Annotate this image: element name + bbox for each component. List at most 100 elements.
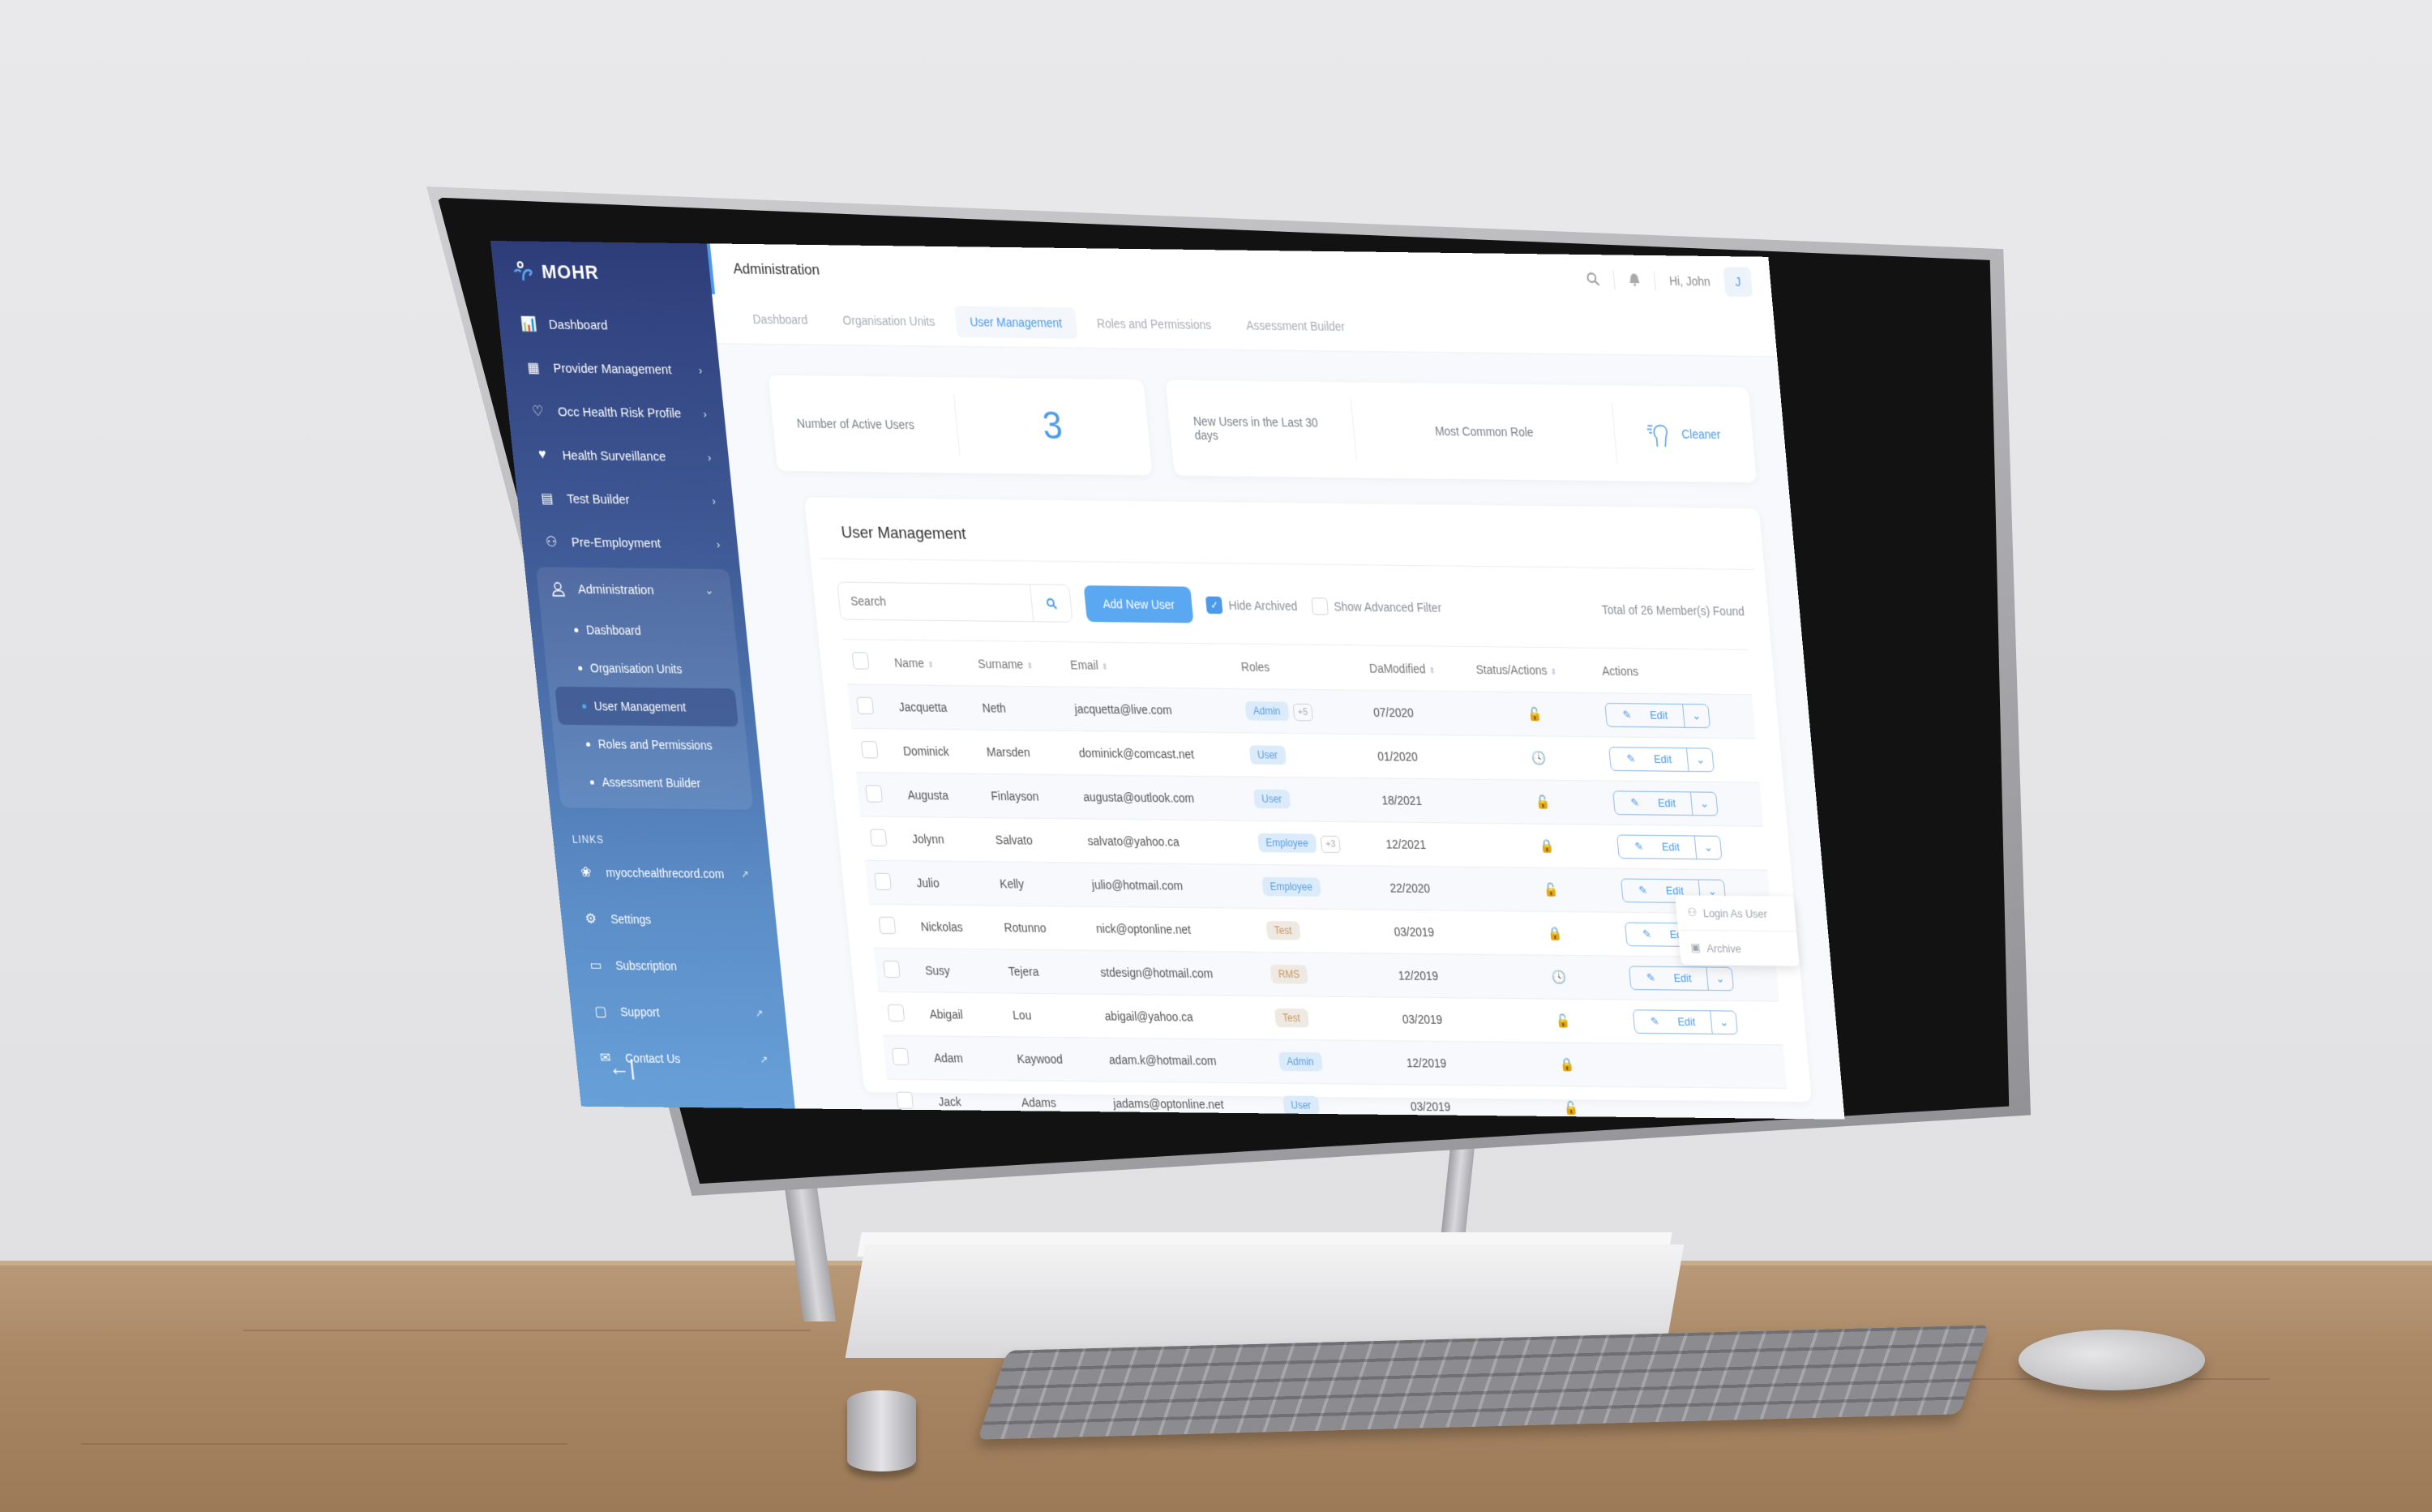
sidebar-subitem-roles-and-permissions[interactable]: Roles and Permissions xyxy=(552,725,748,765)
cell-status: 🔒 xyxy=(1502,1042,1633,1087)
sidebar-item-pre-employment[interactable]: ⚇ Pre-Employment › xyxy=(520,520,739,566)
edit-button[interactable]: ✎ Edit xyxy=(1629,966,1708,989)
collapse-sidebar-icon[interactable]: ←| xyxy=(607,1055,636,1082)
dropdown-item-archive[interactable]: ▣ Archive xyxy=(1677,929,1800,966)
sidebar-link-settings[interactable]: ⚙ Settings xyxy=(559,895,778,944)
tab-roles-and-permissions[interactable]: Roles and Permissions xyxy=(1081,307,1227,341)
cell-date-modified: 18/2021 xyxy=(1372,777,1483,824)
row-checkbox[interactable] xyxy=(869,828,888,846)
row-checkbox[interactable] xyxy=(891,1047,910,1065)
table-body: Jacquetta Neth jacquetta@live.com Admin +5 07… xyxy=(846,684,1792,1120)
locked-icon[interactable]: 🔒 xyxy=(1560,1057,1576,1072)
chevron-down-icon[interactable]: ⌄ xyxy=(1690,792,1718,816)
column-header-name[interactable]: Name ⬍ xyxy=(884,640,973,686)
advanced-filter-checkbox[interactable] xyxy=(1310,598,1329,615)
cell-date-modified: 03/2019 xyxy=(1384,910,1495,955)
advanced-filter-toggle[interactable]: Show Advanced Filter xyxy=(1310,598,1442,616)
cell-status: 🕓 xyxy=(1474,735,1604,782)
sidebar-subitem-user-management[interactable]: User Management xyxy=(554,686,739,727)
tab-assessment-builder[interactable]: Assessment Builder xyxy=(1231,310,1361,343)
column-header-surname[interactable]: Surname ⬍ xyxy=(967,640,1065,687)
search-button[interactable] xyxy=(1029,585,1073,622)
tab-dashboard[interactable]: Dashboard xyxy=(737,303,824,336)
sort-icon[interactable]: ⬍ xyxy=(1428,666,1436,675)
hide-archived-checkbox[interactable]: ✓ xyxy=(1205,596,1223,615)
tab-organisation-units[interactable]: Organisation Units xyxy=(827,304,951,337)
sidebar-item-label: Provider Management xyxy=(552,360,673,377)
tab-user-management[interactable]: User Management xyxy=(953,306,1078,339)
sidebar-link-support[interactable]: ▢ Support ↗ xyxy=(569,988,788,1037)
row-checkbox[interactable] xyxy=(883,960,901,978)
sidebar-item-occ-health-risk-profile[interactable]: ♡ Occ Health Risk Profile › xyxy=(506,389,726,435)
user-greeting[interactable]: Hi, John xyxy=(1668,274,1711,289)
edit-button[interactable]: ✎ Edit xyxy=(1614,791,1693,815)
chevron-down-icon[interactable]: ⌄ xyxy=(1682,705,1711,728)
clock-icon[interactable]: 🕓 xyxy=(1531,751,1548,765)
row-checkbox[interactable] xyxy=(856,696,875,714)
sidebar-item-test-builder[interactable]: ▤ Test Builder › xyxy=(515,477,734,523)
more-roles-badge[interactable]: +3 xyxy=(1320,835,1342,854)
search-input[interactable] xyxy=(837,582,1034,622)
stat-card-new-users-and-role: New Users in the Last 30 days Most Commo… xyxy=(1165,379,1757,483)
edit-button[interactable]: ✎ Edit xyxy=(1610,747,1689,771)
clock-icon[interactable]: 🕓 xyxy=(1552,970,1568,985)
stat-label: New Users in the Last 30 days xyxy=(1192,413,1319,443)
sidebar-item-provider-management[interactable]: ▦ Provider Management › xyxy=(502,345,722,392)
cell-surname: Kelly xyxy=(989,861,1086,907)
search-icon[interactable] xyxy=(1586,272,1600,289)
hide-archived-toggle[interactable]: ✓ Hide Archived xyxy=(1205,596,1298,615)
column-header-status-actions[interactable]: Status/Actions ⬍ xyxy=(1466,646,1596,693)
chevron-down-icon[interactable]: ⌄ xyxy=(1694,836,1722,859)
row-checkbox[interactable] xyxy=(874,872,892,890)
row-checkbox[interactable] xyxy=(878,916,897,934)
unlocked-icon[interactable]: 🔓 xyxy=(1556,1014,1572,1029)
cell-actions: ✎ Edit⌄ xyxy=(1599,736,1760,783)
sidebar-link-subscription[interactable]: ▭ Subscription xyxy=(564,942,783,991)
unlocked-icon[interactable]: 🔓 xyxy=(1535,795,1552,810)
sidebar-link-myocchealthrecord-com[interactable]: ❀ myocchealthrecord.com ↗ xyxy=(554,849,774,897)
sort-icon[interactable]: ⬍ xyxy=(1101,662,1108,672)
sidebar-item-health-surveillance[interactable]: ♥ Health Surveillance › xyxy=(511,433,731,479)
chevron-down-icon[interactable]: ⌄ xyxy=(1710,1011,1738,1034)
sidebar-link-label: myocchealthrecord.com xyxy=(605,865,725,881)
row-checkbox[interactable] xyxy=(896,1091,914,1109)
cell-roles: User xyxy=(1244,777,1377,822)
locked-icon[interactable]: 🔒 xyxy=(1539,839,1556,854)
sort-icon[interactable]: ⬍ xyxy=(1550,667,1557,677)
unlocked-icon[interactable]: 🔓 xyxy=(1527,707,1544,722)
sort-icon[interactable]: ⬍ xyxy=(927,660,934,670)
bell-icon[interactable] xyxy=(1628,272,1641,289)
edit-button-group: ✎ Edit⌄ xyxy=(1612,790,1719,816)
sidebar-item-administration[interactable]: Administration ⌄ xyxy=(536,567,734,612)
sidebar-subitem-assessment-builder[interactable]: Assessment Builder xyxy=(556,763,752,803)
row-checkbox[interactable] xyxy=(860,740,879,758)
more-roles-badge[interactable]: +5 xyxy=(1292,703,1314,722)
unlocked-icon[interactable]: 🔓 xyxy=(1564,1101,1580,1116)
column-header-damodified[interactable]: DaModified ⬍ xyxy=(1359,645,1471,692)
row-checkbox[interactable] xyxy=(887,1004,906,1022)
sidebar-subitem-dashboard[interactable]: Dashboard xyxy=(541,610,738,651)
select-all-checkbox[interactable] xyxy=(851,652,870,670)
row-checkbox[interactable] xyxy=(865,784,883,803)
brand-logo[interactable]: MOHR xyxy=(490,241,713,305)
role-badge: Test xyxy=(1265,920,1301,940)
dropdown-item-login-as-user[interactable]: ⚇ Login As User xyxy=(1675,895,1796,931)
chevron-down-icon[interactable]: ⌄ xyxy=(1686,748,1714,772)
cell-status: 🔓 xyxy=(1498,998,1629,1043)
locked-icon[interactable]: 🔒 xyxy=(1548,927,1564,941)
chevron-down-icon[interactable]: ⌄ xyxy=(1706,967,1734,991)
edit-button[interactable]: ✎ Edit xyxy=(1633,1010,1712,1033)
bullet-icon xyxy=(574,628,579,632)
sidebar-item-dashboard[interactable]: 📊 Dashboard xyxy=(497,302,717,349)
sidebar-subitem-organisation-units[interactable]: Organisation Units xyxy=(544,649,741,689)
sidebar-link-contact-us[interactable]: ✉ Contact Us ↗ xyxy=(574,1034,793,1083)
column-header-email[interactable]: Email ⬍ xyxy=(1060,641,1235,689)
edit-button[interactable]: ✎ Edit xyxy=(1618,836,1697,859)
pencil-icon: ✎ xyxy=(1633,840,1647,854)
common-role-text: Cleaner xyxy=(1681,426,1722,442)
unlocked-icon[interactable]: 🔓 xyxy=(1544,883,1560,897)
edit-button[interactable]: ✎ Edit xyxy=(1606,704,1685,727)
sort-icon[interactable]: ⬍ xyxy=(1026,662,1034,671)
avatar[interactable]: J xyxy=(1723,267,1753,298)
add-new-user-button[interactable]: Add New User xyxy=(1083,585,1194,623)
